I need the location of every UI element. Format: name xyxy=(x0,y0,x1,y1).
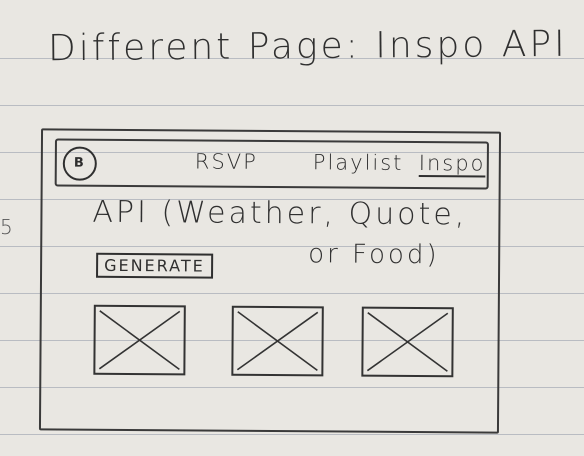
image-placeholder-x-icon xyxy=(366,312,449,372)
page-title: Different Page: Inspo API xyxy=(47,23,568,70)
page-wireframe: B RSVP Playlist Inspo API (Weather, Quot… xyxy=(38,128,502,434)
image-placeholder-2 xyxy=(231,305,324,377)
image-placeholder-x-icon xyxy=(98,310,181,371)
image-placeholder-x-icon xyxy=(236,311,319,371)
image-placeholder-3 xyxy=(361,306,454,378)
margin-mark: 5 xyxy=(0,215,15,239)
navbar: B RSVP Playlist Inspo xyxy=(54,138,489,190)
nav-item-rsvp[interactable]: RSVP xyxy=(195,149,258,173)
nav-item-inspo[interactable]: Inspo xyxy=(419,151,486,175)
api-heading-line1: API (Weather, Quote, xyxy=(92,194,468,233)
logo[interactable]: B xyxy=(62,146,97,181)
image-placeholder-1 xyxy=(93,304,186,376)
generate-button[interactable]: GENERATE xyxy=(96,252,213,279)
nav-item-playlist[interactable]: Playlist xyxy=(313,150,404,175)
